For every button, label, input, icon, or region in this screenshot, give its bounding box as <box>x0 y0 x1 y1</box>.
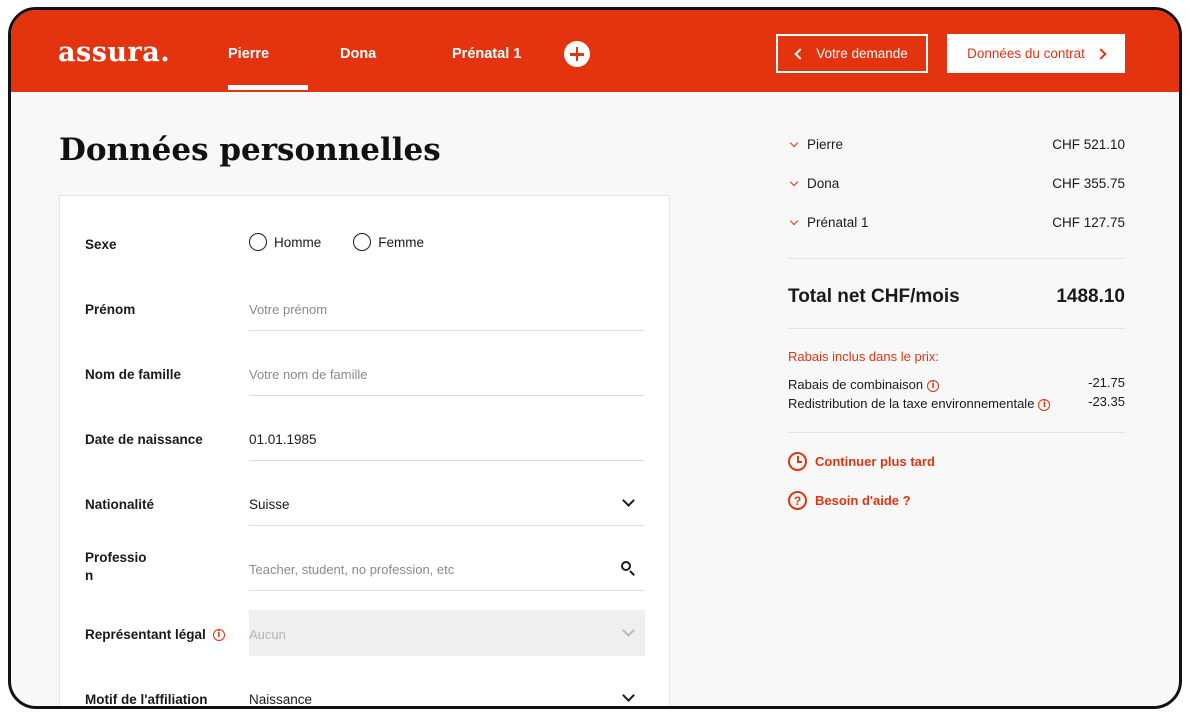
representant-value: Aucun <box>249 627 286 642</box>
form-row-naissance: Date de naissance 01.01.1985 <box>60 415 669 481</box>
prenom-label: Prénom <box>85 302 136 317</box>
prenom-input[interactable]: Votre prénom <box>249 285 645 331</box>
form-row-representant: Représentant légal i Aucun <box>60 610 669 676</box>
help-label: Besoin d'aide ? <box>815 493 911 508</box>
summary-amount: CHF 127.75 <box>1052 215 1125 230</box>
next-button[interactable]: Données du contrat <box>947 34 1125 73</box>
search-icon[interactable] <box>621 561 635 576</box>
motif-select[interactable]: Naissance <box>249 675 645 707</box>
chevron-left-icon <box>794 47 806 60</box>
chevron-down-icon <box>789 138 799 148</box>
radio-circle-icon <box>249 233 267 251</box>
profession-label: Professio n <box>85 550 147 583</box>
continue-later-link[interactable]: Continuer plus tard <box>788 452 935 471</box>
continue-later-label: Continuer plus tard <box>815 454 935 469</box>
radio-homme-label: Homme <box>274 234 322 250</box>
discount-label: Redistribution de la taxe environnementa… <box>788 396 1035 411</box>
chevron-down-icon <box>622 494 635 507</box>
radio-femme-label: Femme <box>378 234 425 250</box>
back-button[interactable]: Votre demande <box>776 34 928 73</box>
profession-label-line1: Professio <box>85 550 147 565</box>
chevron-down-icon <box>789 216 799 226</box>
form-row-sexe: Sexe Homme Femme <box>60 212 669 278</box>
divider <box>788 258 1125 259</box>
total-value: 1488.10 <box>1056 286 1125 307</box>
info-icon[interactable]: i <box>927 379 940 392</box>
representant-label: Représentant légal i <box>85 627 225 642</box>
assura-logo[interactable]: assura. <box>58 37 170 68</box>
chevron-down-icon <box>622 624 635 637</box>
personal-data-form: Sexe Homme Femme Prénom Votre prénom Nom… <box>59 195 670 707</box>
chevron-down-icon <box>622 689 635 702</box>
info-icon[interactable]: i <box>212 629 225 642</box>
divider <box>788 328 1125 329</box>
divider <box>788 432 1125 433</box>
summary-amount: CHF 521.10 <box>1052 137 1125 152</box>
discount-amount: -21.75 <box>1088 375 1125 390</box>
profession-search-input[interactable]: Teacher, student, no profession, etc <box>249 545 645 591</box>
nom-placeholder: Votre nom de famille <box>249 367 368 382</box>
discount-label: Rabais de combinaison <box>788 377 924 392</box>
summary-name: Prénatal 1 <box>807 215 869 230</box>
nom-input[interactable]: Votre nom de famille <box>249 350 645 396</box>
representant-label-text: Représentant légal <box>85 627 206 642</box>
radio-homme[interactable]: Homme <box>249 233 321 251</box>
form-row-prenom: Prénom Votre prénom <box>60 285 669 351</box>
help-link[interactable]: ? Besoin d'aide ? <box>788 491 911 510</box>
chevron-down-icon <box>789 177 799 187</box>
nationalite-value: Suisse <box>249 497 290 512</box>
active-tab-indicator <box>228 85 308 90</box>
discounts-title: Rabais inclus dans le prix: <box>788 349 940 364</box>
app-window: assura. Pierre Dona Prénatal 1 Votre dem… <box>8 7 1182 709</box>
summary-item-dona[interactable]: Dona CHF 355.75 <box>788 174 1125 194</box>
motif-label: Motif de l'affiliation <box>85 692 208 707</box>
discount-row: Rabais de combinaison i -21.75 <box>788 375 1125 392</box>
back-button-label: Votre demande <box>816 46 908 61</box>
nationalite-label: Nationalité <box>85 497 155 512</box>
clock-icon <box>788 452 807 471</box>
sexe-label: Sexe <box>85 237 117 252</box>
sexe-radio-group: Homme Femme <box>249 233 424 251</box>
summary-name: Pierre <box>807 137 844 152</box>
profession-placeholder: Teacher, student, no profession, etc <box>249 562 455 577</box>
tab-pierre[interactable]: Pierre <box>228 46 269 62</box>
info-icon[interactable]: i <box>1038 398 1051 411</box>
tab-dona[interactable]: Dona <box>340 46 376 62</box>
discount-amount: -23.35 <box>1088 394 1125 409</box>
question-icon: ? <box>788 491 807 510</box>
nationalite-select[interactable]: Suisse <box>249 480 645 526</box>
form-row-motif: Motif de l'affiliation Naissance <box>60 675 669 707</box>
next-button-label: Données du contrat <box>967 46 1085 61</box>
naissance-value: 01.01.1985 <box>249 432 317 447</box>
radio-femme[interactable]: Femme <box>353 233 424 251</box>
prenom-placeholder: Votre prénom <box>249 302 328 317</box>
tab-prenatal-1[interactable]: Prénatal 1 <box>452 46 521 62</box>
top-header: assura. Pierre Dona Prénatal 1 Votre dem… <box>11 10 1179 92</box>
motif-value: Naissance <box>249 692 313 707</box>
total-label: Total net CHF/mois <box>788 286 960 307</box>
page-title: Données personnelles <box>59 132 441 168</box>
discount-row: Redistribution de la taxe environnementa… <box>788 394 1125 411</box>
radio-circle-icon <box>353 233 372 251</box>
nom-label: Nom de famille <box>85 367 182 382</box>
profession-label-line2: n <box>85 568 94 583</box>
naissance-input[interactable]: 01.01.1985 <box>249 415 645 461</box>
form-row-nom: Nom de famille Votre nom de famille <box>60 350 669 416</box>
naissance-label: Date de naissance <box>85 432 203 447</box>
summary-item-prenatal[interactable]: Prénatal 1 CHF 127.75 <box>788 213 1125 233</box>
representant-select-disabled: Aucun <box>249 610 645 656</box>
summary-amount: CHF 355.75 <box>1052 176 1125 191</box>
summary-name: Dona <box>807 176 840 191</box>
summary-item-pierre[interactable]: Pierre CHF 521.10 <box>788 135 1125 155</box>
form-row-profession: Professio n Teacher, student, no profess… <box>60 545 669 611</box>
chevron-right-icon <box>1095 47 1107 60</box>
add-person-icon[interactable] <box>564 41 590 67</box>
form-row-nationalite: Nationalité Suisse <box>60 480 669 546</box>
